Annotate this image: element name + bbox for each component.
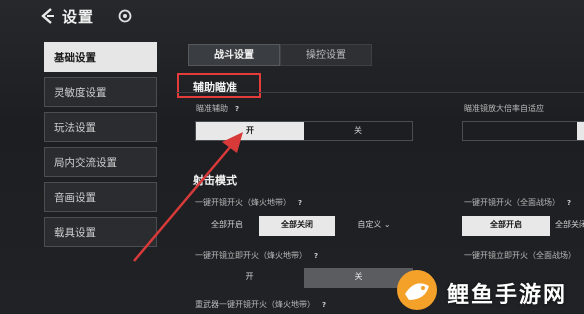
all-on-option[interactable]: 全部开启 bbox=[195, 216, 259, 236]
scope-adapt-on-option[interactable] bbox=[577, 122, 584, 140]
sidebar-item-gameplay[interactable]: 玩法设置 bbox=[44, 112, 157, 142]
help-icon[interactable]: ? bbox=[311, 251, 321, 261]
custom-dropdown[interactable]: 自定义 ⌄ bbox=[335, 216, 413, 236]
section-divider bbox=[176, 92, 584, 93]
tab-combat[interactable]: 战斗设置 bbox=[188, 44, 280, 66]
sidebar-item-sensitivity[interactable]: 灵敏度设置 bbox=[44, 77, 157, 107]
highlight-box bbox=[177, 73, 261, 98]
chevron-down-icon: ⌄ bbox=[383, 220, 391, 229]
help-icon[interactable]: ? bbox=[564, 198, 574, 208]
aim-assist-toggle: 开 关 bbox=[195, 121, 413, 141]
scope-adapt-label: 瞄准镜放大倍率自适应 bbox=[464, 104, 544, 113]
scope-adapt-toggle bbox=[462, 121, 584, 141]
instant-fire-right-label: 一键开镜立即开火（全面战场） bbox=[464, 251, 576, 260]
back-arrow-icon[interactable] bbox=[38, 6, 58, 26]
right-all-off-option[interactable]: 全部关闭 bbox=[550, 216, 584, 236]
header: 设置 bbox=[0, 0, 584, 34]
quick-scope-fire-selector: 全部开启 全部关闭 自定义 ⌄ bbox=[195, 216, 413, 236]
sidebar-item-communication[interactable]: 局内交流设置 bbox=[44, 147, 157, 177]
section-title-fire-mode: 射击模式 bbox=[193, 174, 237, 187]
instant-fire-on-option[interactable]: 开 bbox=[195, 268, 304, 288]
instant-fire-toggle: 开 关 bbox=[195, 268, 413, 288]
sidebar-item-basic[interactable]: 基础设置 bbox=[44, 42, 157, 72]
quick-scope-fire-right-selector: 全部开启 全部关闭 bbox=[462, 216, 584, 236]
aim-assist-label: 瞄准辅助? bbox=[196, 103, 242, 114]
help-icon[interactable]: ? bbox=[232, 104, 242, 114]
heavy-weapon-fire-label: 重武器一键开镜开火（烽火地带）? bbox=[195, 299, 329, 310]
scope-adapt-off-option[interactable] bbox=[463, 122, 577, 140]
watermark-text: 鲤鱼手游网 bbox=[447, 283, 568, 308]
all-off-option[interactable]: 全部关闭 bbox=[259, 216, 335, 236]
settings-tabs: 战斗设置 操控设置 bbox=[188, 44, 372, 66]
tab-controls[interactable]: 操控设置 bbox=[280, 44, 372, 66]
settings-sidebar: 基础设置 灵敏度设置 玩法设置 局内交流设置 音画设置 载具设置 bbox=[44, 42, 157, 252]
fish-logo-icon bbox=[397, 270, 437, 310]
sidebar-item-vehicle[interactable]: 载具设置 bbox=[44, 217, 157, 247]
sidebar-item-audio-video[interactable]: 音画设置 bbox=[44, 182, 157, 212]
page-title: 设置 bbox=[62, 8, 95, 26]
aim-assist-on-option[interactable]: 开 bbox=[196, 122, 304, 140]
help-icon[interactable]: ? bbox=[319, 300, 329, 310]
aim-assist-off-option[interactable]: 关 bbox=[304, 122, 412, 140]
game-logo-icon bbox=[118, 9, 132, 23]
right-all-on-option[interactable]: 全部开启 bbox=[462, 216, 550, 236]
instant-fire-label: 一键开镜立即开火（烽火地带）? bbox=[195, 250, 321, 261]
help-icon[interactable]: ? bbox=[295, 198, 305, 208]
quick-scope-fire-label: 一键开镜开火（烽火地带）? bbox=[195, 197, 305, 208]
quick-scope-fire-right-label: 一键开镜开火（全面战场）? bbox=[464, 197, 574, 208]
